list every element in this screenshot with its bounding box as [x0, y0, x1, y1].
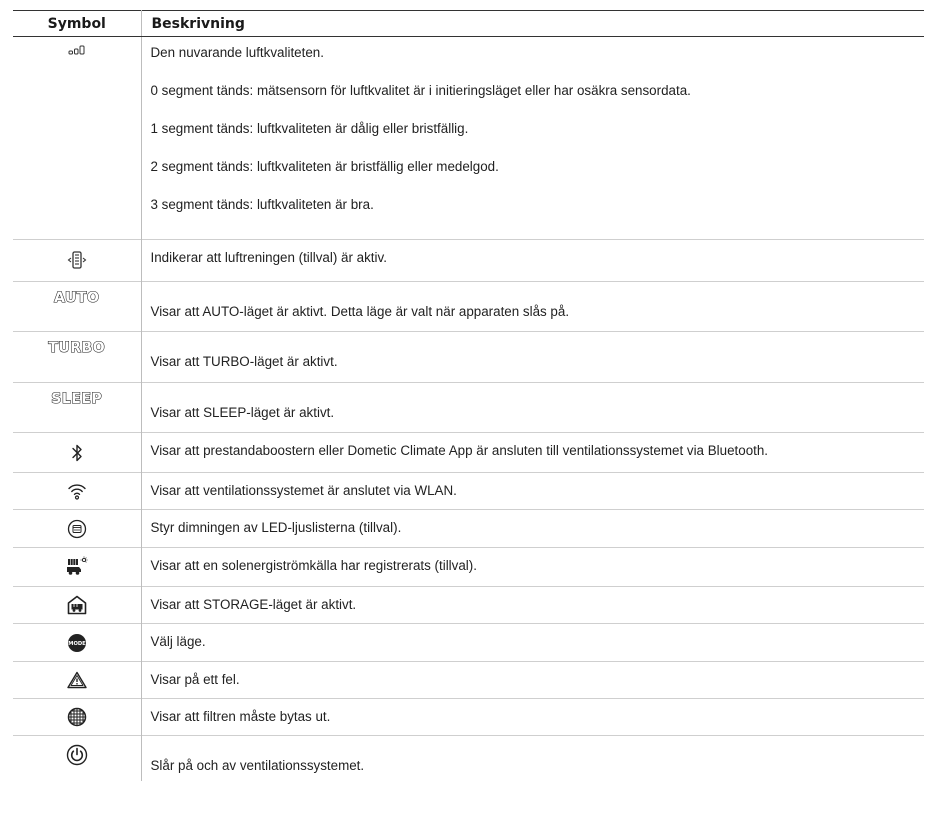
- air-quality-line: 0 segment tänds: mätsensorn för luftkval…: [150, 83, 691, 98]
- row-description: Visar att TURBO-läget är aktivt.: [150, 354, 338, 369]
- table-row-auto: AUTO Visar att AUTO-läget är aktivt. Det…: [13, 281, 924, 332]
- bluetooth-icon: [70, 443, 84, 463]
- description-column-header: Beskrivning: [140, 10, 924, 37]
- row-description: Visar att STORAGE-läget är aktivt.: [150, 597, 357, 612]
- row-description: Slår på och av ventilationssystemet.: [150, 758, 365, 773]
- symbol-table: Symbol Beskrivning Den nuvarande luftkva…: [13, 10, 924, 781]
- row-description: Visar på ett fel.: [150, 672, 240, 687]
- turbo-mode-icon: TURBO: [48, 340, 106, 356]
- row-description: Visar att ventilationssystemet är anslut…: [150, 483, 457, 498]
- table-row-led: Styr dimningen av LED-ljuslisterna (till…: [13, 509, 924, 548]
- filter-grid-icon: [67, 707, 87, 727]
- signal-bars-icon: [68, 45, 86, 55]
- table-row-air-purification: Indikerar att luftreningen (tillval) är …: [13, 239, 924, 282]
- header-row: Symbol Beskrivning: [13, 10, 924, 37]
- table-row-air-quality: Den nuvarande luftkvaliteten. 0 segment …: [13, 36, 924, 240]
- mode-icon-label: MODE: [68, 641, 86, 647]
- row-description: Visar att SLEEP-läget är aktivt.: [150, 405, 335, 420]
- table-row-wlan: Visar att ventilationssystemet är anslut…: [13, 472, 924, 510]
- table-row-error: Visar på ett fel.: [13, 661, 924, 699]
- led-dimmer-icon: [67, 519, 87, 539]
- table-row-solar: Visar att en solenergiströmkälla har reg…: [13, 547, 924, 587]
- symbol-column-header: Symbol: [13, 10, 141, 37]
- row-description: Visar att en solenergiströmkälla har reg…: [150, 558, 477, 573]
- table-row-turbo: TURBO Visar att TURBO-läget är aktivt.: [13, 331, 924, 383]
- air-purifier-icon: [67, 250, 87, 270]
- table-row-bluetooth: Visar att prestandaboostern eller Dometi…: [13, 432, 924, 473]
- wifi-icon: [67, 482, 87, 500]
- air-quality-line: 2 segment tänds: luftkvaliteten är brist…: [150, 159, 499, 174]
- row-description: Visar att prestandaboostern eller Dometi…: [150, 443, 769, 458]
- row-description: Visar att filtren måste bytas ut.: [150, 709, 331, 724]
- air-quality-line: Den nuvarande luftkvaliteten.: [150, 45, 324, 60]
- row-description: Styr dimningen av LED-ljuslisterna (till…: [150, 520, 402, 535]
- table-row-filter: Visar att filtren måste bytas ut.: [13, 698, 924, 736]
- table-row-sleep: SLEEP Visar att SLEEP-läget är aktivt.: [13, 382, 924, 433]
- storage-garage-icon: [67, 595, 87, 615]
- table-row-power: Slår på och av ventilationssystemet.: [13, 735, 924, 781]
- air-quality-line: 3 segment tänds: luftkvaliteten är bra.: [150, 197, 374, 212]
- air-quality-line: 1 segment tänds: luftkvaliteten är dålig…: [150, 121, 469, 136]
- row-description: Välj läge.: [150, 634, 206, 649]
- row-description: Visar att AUTO-läget är aktivt. Detta lä…: [150, 304, 570, 319]
- table-row-mode: MODE Välj läge.: [13, 623, 924, 662]
- warning-triangle-icon: [67, 671, 87, 689]
- mode-button-icon: MODE: [67, 633, 87, 653]
- row-description: Indikerar att luftreningen (tillval) är …: [150, 250, 387, 265]
- auto-mode-icon: AUTO: [54, 290, 100, 306]
- power-icon: [66, 744, 88, 766]
- solar-vehicle-icon: [66, 556, 88, 576]
- sleep-mode-icon: SLEEP: [51, 391, 103, 407]
- table-row-storage: Visar att STORAGE-läget är aktivt.: [13, 586, 924, 624]
